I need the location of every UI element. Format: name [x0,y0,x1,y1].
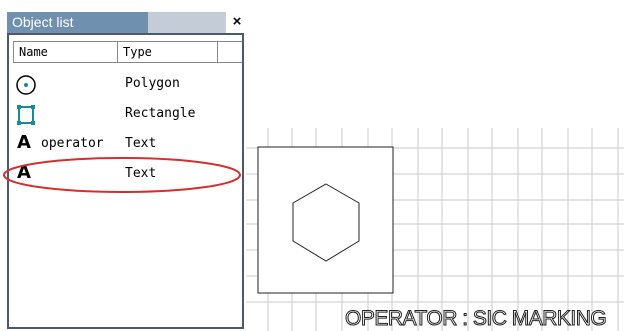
text-icon: A [17,132,31,153]
list-item[interactable]: Rectangle [15,102,240,128]
item-type: Text [125,136,157,151]
column-header-name[interactable]: Name [13,42,118,62]
list-item-highlighted[interactable]: A Text [15,162,240,188]
panel-title: Object list [12,14,74,30]
item-type: Rectangle [125,106,196,121]
titlebar-extension[interactable] [148,12,226,33]
rectangle-icon [17,105,35,125]
column-header-type[interactable]: Type [118,42,218,62]
panel-titlebar[interactable]: Object list [7,12,148,33]
design-canvas[interactable] [246,120,624,331]
list-header: Name Type [13,41,242,63]
list-item[interactable]: A operator Text [15,132,240,158]
polygon-icon [16,75,36,95]
list-item[interactable]: Polygon [15,72,240,98]
object-list-panel: Object list × Name Type Polygon Rectangl… [0,0,246,331]
column-header-empty[interactable] [218,42,242,62]
marking-text[interactable]: OPERATOR : SIC MARKING [344,307,607,331]
object-list: Name Type Polygon Rectangle A operator T… [7,33,244,329]
text-icon: A [17,162,31,183]
item-type: Polygon [125,76,180,91]
item-name: operator [41,136,104,151]
close-button[interactable]: × [230,12,244,32]
item-type: Text [125,166,157,181]
